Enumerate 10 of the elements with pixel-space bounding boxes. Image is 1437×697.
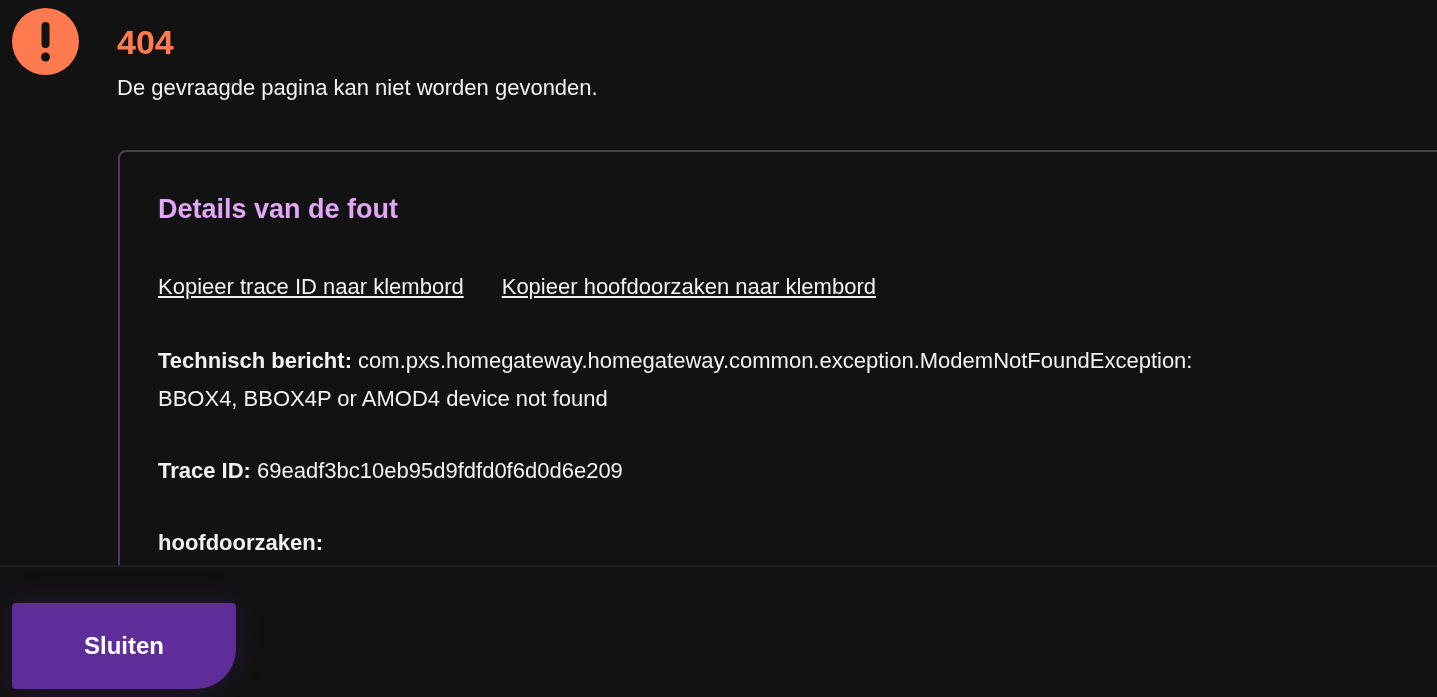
detail-text: hoofdoorzaken: — [158, 529, 324, 557]
close-button[interactable]: Sluiten — [12, 603, 236, 689]
error-message: De gevraagde pagina kan niet worden gevonden. — [117, 74, 598, 102]
copy-link[interactable]: Kopieer trace ID naar klembord — [158, 272, 464, 302]
details-title: Details van de fout — [158, 193, 400, 226]
detail-text: Technisch bericht: com.pxs.homegateway.homegateway.common.exception.ModemNotFoundException: BBOX4, BBOX4P or AMOD4 device not found — [158, 347, 1194, 413]
warning-icon — [12, 8, 79, 75]
detail-text: Trace ID: 69eadf3bc10eb95d9fdfd0f6d0d6e209 — [158, 457, 624, 485]
error-code: 404 — [117, 22, 175, 62]
copy-link[interactable]: Kopieer hoofdoorzaken naar klembord — [501, 272, 876, 302]
